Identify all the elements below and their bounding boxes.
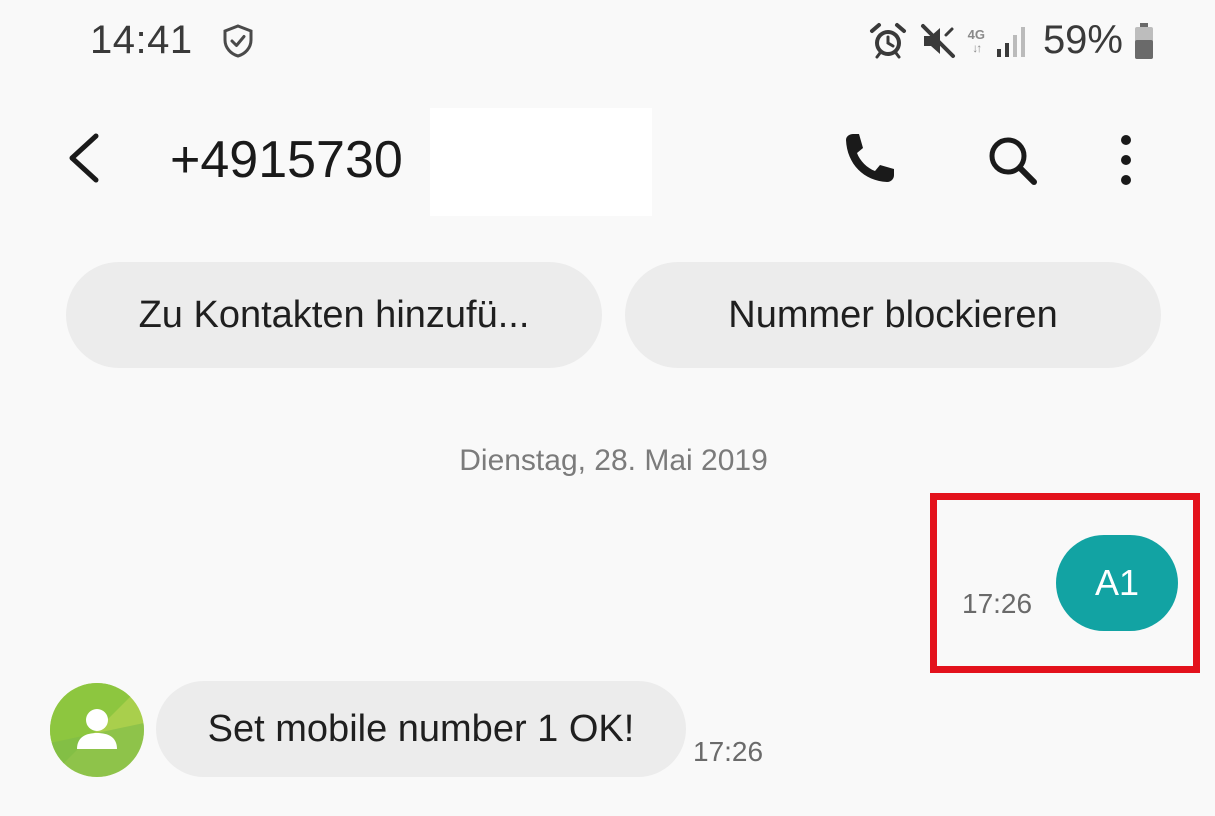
shield-check-icon <box>223 24 253 58</box>
contact-number: +4915730 <box>170 131 403 189</box>
phone-icon[interactable] <box>836 128 900 192</box>
mute-icon <box>920 23 955 58</box>
status-bar: 14:41 4G ↓↑ 59% <box>0 0 1215 90</box>
date-separator: Dienstag, 28. Mai 2019 <box>459 444 768 477</box>
contact-avatar-icon <box>50 683 144 777</box>
signal-icon <box>996 26 1025 57</box>
messaging-screen: 14:41 4G ↓↑ 59% +4915730 Zu Kontakten hi… <box>0 0 1215 816</box>
redacted-area <box>430 108 652 216</box>
search-icon[interactable] <box>980 128 1044 192</box>
incoming-message-time: 17:26 <box>693 736 764 767</box>
incoming-message-text: Set mobile number 1 OK! <box>207 707 635 750</box>
battery-icon <box>1135 22 1153 59</box>
add-to-contacts-button[interactable]: Zu Kontakten hinzufü... <box>66 262 602 368</box>
incoming-message-bubble[interactable]: Set mobile number 1 OK! <box>156 681 686 777</box>
status-icons: 4G ↓↑ 59% <box>868 18 1155 63</box>
network-arrows: ↓↑ <box>972 40 982 55</box>
back-icon[interactable] <box>58 130 108 186</box>
battery-percent: 59% <box>1042 18 1123 62</box>
add-to-contacts-label: Zu Kontakten hinzufü... <box>138 293 530 336</box>
more-vert-icon[interactable] <box>1104 128 1148 192</box>
network-4g-icon: 4G ↓↑ <box>967 26 985 55</box>
block-number-button[interactable]: Nummer blockieren <box>625 262 1161 368</box>
avatar[interactable] <box>50 683 144 777</box>
conversation-header: +4915730 <box>0 100 1215 220</box>
block-number-label: Nummer blockieren <box>728 293 1058 336</box>
alarm-icon <box>869 22 906 58</box>
status-time: 14:41 <box>90 18 193 62</box>
outgoing-message-text: A1 <box>1094 562 1140 603</box>
outgoing-message-time: 17:26 <box>962 588 1033 619</box>
network-type: 4G <box>967 26 985 42</box>
outgoing-message-bubble[interactable]: A1 <box>1056 535 1178 631</box>
